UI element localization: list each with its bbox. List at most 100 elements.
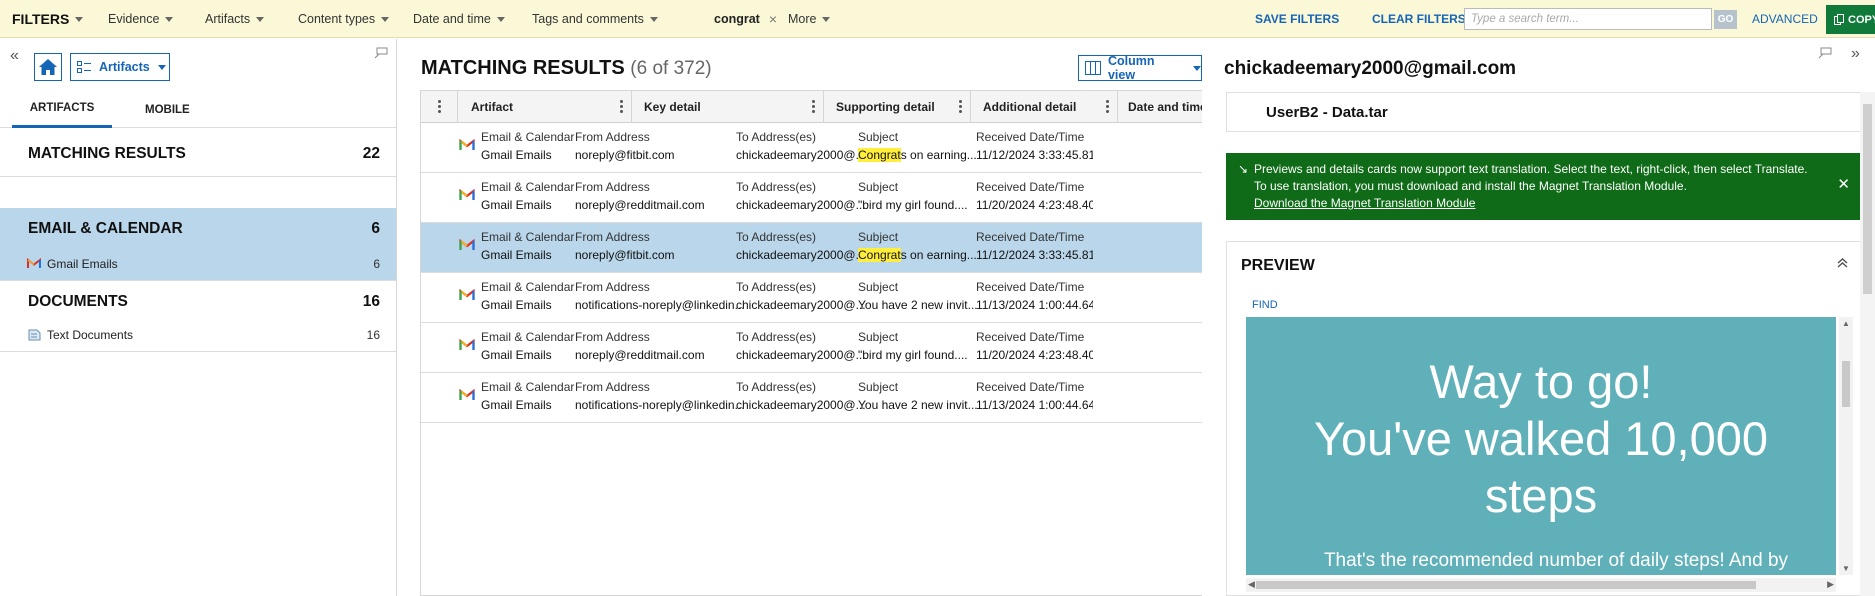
key-detail-label: From Address	[575, 380, 650, 394]
clear-filters-button[interactable]: CLEAR FILTERS	[1372, 0, 1466, 38]
scrollbar-thumb[interactable]	[1842, 361, 1850, 407]
view-selector-dropdown[interactable]: Artifacts	[70, 53, 170, 81]
category-documents[interactable]: DOCUMENTS 16	[0, 282, 396, 322]
artifact-type: Gmail Emails	[481, 398, 552, 412]
key-detail-value: noreply@redditmail.com	[575, 198, 705, 212]
scrollbar-thumb[interactable]	[1863, 104, 1872, 294]
cell-date-time: Received Date/Time 11/13/2024 1:00:44.64	[976, 373, 1093, 423]
column-header-date-time[interactable]: Date and time	[1118, 91, 1202, 123]
filter-more[interactable]: More	[788, 0, 831, 38]
tab-mobile[interactable]: MOBILE	[145, 91, 190, 128]
search-input[interactable]	[1464, 8, 1712, 30]
close-icon[interactable]: ×	[769, 11, 777, 27]
artifact-item-count: 6	[373, 257, 380, 271]
artifact-type: Gmail Emails	[481, 148, 552, 162]
cell-date-time: Received Date/Time 11/12/2024 3:33:45.81	[976, 223, 1093, 273]
table-row[interactable]: Email & Calendar Gmail Emails From Address…	[421, 173, 1202, 223]
more-vertical-icon[interactable]	[959, 100, 962, 115]
collapse-right-icon[interactable]: »	[1851, 45, 1860, 63]
column-header-additional-detail[interactable]: Additional detail	[971, 91, 1118, 123]
category-email-calendar[interactable]: EMAIL & CALENDAR 6	[0, 209, 396, 249]
supporting-detail-label: To Address(es)	[736, 180, 817, 194]
list-view-icon	[77, 61, 91, 73]
scroll-right-icon[interactable]: ▶	[1827, 579, 1834, 590]
key-detail-value: noreply@redditmail.com	[575, 348, 705, 362]
column-view-dropdown[interactable]: Column view	[1078, 54, 1202, 82]
additional-detail-label: Subject	[858, 280, 899, 294]
key-detail-label: From Address	[575, 330, 650, 344]
copy-button[interactable]: COPY	[1826, 5, 1875, 34]
preview-horizontal-scrollbar[interactable]: ◀ ▶	[1246, 578, 1836, 592]
row-options-header[interactable]	[421, 91, 458, 123]
date-value: 11/12/2024 3:33:45.81	[976, 148, 1093, 162]
tab-artifacts[interactable]: ARTIFACTS	[12, 91, 112, 128]
save-filters-button[interactable]: SAVE FILTERS	[1255, 0, 1339, 38]
supporting-detail-value: chickadeemary2000@...	[736, 148, 866, 162]
more-vertical-icon[interactable]	[812, 100, 815, 115]
filter-evidence[interactable]: Evidence	[108, 0, 174, 38]
subject-text: You have 2 new invit...	[858, 398, 978, 412]
artifact-navigation-panel: « Artifacts ARTIFACTS MOBILE MATCHING RE…	[0, 39, 397, 596]
filter-bar: FILTERS Evidence Artifacts Content types…	[0, 0, 1875, 38]
filter-tags-comments[interactable]: Tags and comments	[532, 0, 658, 38]
pin-icon[interactable]	[1818, 47, 1832, 62]
scroll-up-icon[interactable]: ▲	[1842, 319, 1850, 328]
scroll-left-icon[interactable]: ◀	[1248, 579, 1255, 590]
table-row[interactable]: Email & Calendar Gmail Emails From Address…	[421, 373, 1202, 423]
artifact-category: Email & Calendar	[481, 380, 575, 394]
artifact-category: Email & Calendar	[481, 230, 575, 244]
gmail-icon	[459, 238, 475, 254]
artifact-item-label: Gmail Emails	[47, 257, 118, 271]
more-vertical-icon[interactable]	[620, 100, 623, 115]
find-link[interactable]: FIND	[1252, 299, 1278, 311]
notice-line-2: To use translation, you must download an…	[1254, 179, 1687, 193]
category-label: MATCHING RESULTS	[28, 145, 186, 162]
filter-date-time[interactable]: Date and time	[413, 0, 505, 38]
collapse-left-icon[interactable]: «	[10, 47, 19, 65]
table-row[interactable]: Email & Calendar Gmail Emails From Address…	[421, 323, 1202, 373]
category-matching-results[interactable]: MATCHING RESULTS 22	[0, 134, 396, 174]
key-detail-value: notifications-noreply@linkedin...	[575, 298, 745, 312]
column-header-artifact[interactable]: Artifact	[458, 91, 632, 123]
go-button[interactable]: GO	[1714, 10, 1737, 29]
home-button[interactable]	[34, 53, 62, 81]
close-icon[interactable]: ✕	[1837, 175, 1850, 193]
download-translation-link[interactable]: Download the Magnet Translation Module	[1254, 196, 1475, 210]
artifact-type: Gmail Emails	[481, 348, 552, 362]
key-detail-label: From Address	[575, 180, 650, 194]
detail-title: chickadeemary2000@gmail.com	[1224, 58, 1517, 79]
category-count: 22	[362, 145, 380, 162]
scrollbar-thumb[interactable]	[1256, 581, 1756, 589]
more-vertical-icon[interactable]	[1106, 100, 1109, 115]
column-header-supporting-detail[interactable]: Supporting detail	[824, 91, 971, 123]
artifact-item-text-documents[interactable]: Text Documents 16	[0, 323, 396, 347]
collapse-up-icon[interactable]	[1837, 256, 1848, 271]
preview-vertical-scrollbar[interactable]: ▲ ▼	[1839, 317, 1853, 575]
column-header-label: Additional detail	[983, 100, 1077, 114]
filters-menu[interactable]: FILTERS	[12, 0, 84, 38]
advanced-search-link[interactable]: ADVANCED	[1752, 0, 1818, 38]
column-header-label: Key detail	[644, 100, 701, 114]
table-row[interactable]: Email & Calendar Gmail Emails From Address…	[421, 223, 1202, 273]
artifact-item-gmail-emails[interactable]: Gmail Emails 6	[0, 252, 396, 276]
table-row[interactable]: Email & Calendar Gmail Emails From Address…	[421, 123, 1202, 173]
table-row[interactable]: Email & Calendar Gmail Emails From Address…	[421, 273, 1202, 323]
filter-artifacts[interactable]: Artifacts	[205, 0, 265, 38]
results-heading: MATCHING RESULTS (6 of 372)	[421, 57, 712, 80]
cell-date-time: Received Date/Time 11/13/2024 1:00:44.64	[976, 273, 1093, 323]
column-header-key-detail[interactable]: Key detail	[632, 91, 824, 123]
scroll-down-icon[interactable]: ▼	[1842, 564, 1850, 573]
date-value: 11/13/2024 1:00:44.64	[976, 398, 1093, 412]
date-label: Received Date/Time	[976, 180, 1085, 194]
info-icon: ↘	[1238, 162, 1249, 176]
pin-icon[interactable]	[374, 47, 388, 62]
detail-panel-scrollbar[interactable]	[1860, 92, 1875, 596]
keyword-filter-chip[interactable]: congrat ×	[714, 0, 777, 38]
filter-content-types[interactable]: Content types	[298, 0, 390, 38]
category-count: 16	[362, 293, 380, 310]
additional-detail-value: You have 2 new invit...	[858, 298, 978, 312]
cell-supporting-detail: To Address(es) chickadeemary2000@...	[736, 123, 878, 173]
column-header-label: Artifact	[471, 100, 514, 114]
divider	[0, 176, 396, 177]
artifact-category: Email & Calendar	[481, 330, 575, 344]
